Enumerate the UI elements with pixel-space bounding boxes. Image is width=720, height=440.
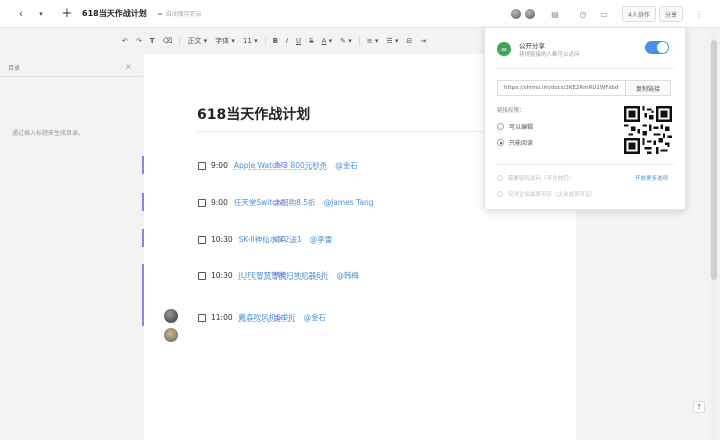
divider [0,76,142,77]
task-item[interactable]: 10:30 SK-II神仙水买2送1 @李雷 [198,234,332,245]
doc-title[interactable]: 618当天作战计划 [82,8,147,19]
align-icon[interactable]: ⊟ [402,34,416,48]
more-vertical-icon[interactable]: ⋮ [694,6,704,22]
permission-option-read[interactable]: 只能阅读 [497,138,533,147]
collab-button[interactable]: 4人协作 [622,6,656,22]
avatar[interactable] [164,309,178,323]
strikethrough-button[interactable]: S [305,34,317,48]
page-title[interactable]: 618当天作战计划 [197,104,310,124]
task-time: 10:30 [211,235,233,244]
task-mention[interactable]: @金石 [304,312,327,323]
task-checkbox[interactable] [198,235,206,244]
task-mention[interactable]: @李雷 [310,234,333,245]
task-link[interactable]: 任天堂Switch回购8.5折 [234,197,316,208]
divider [495,68,675,69]
task-mention[interactable]: @James Tang [324,198,374,207]
task-mention[interactable]: @金石 [335,160,358,171]
comment-marker[interactable] [142,229,144,247]
redo-icon[interactable]: ↷ [132,34,146,48]
undo-icon[interactable]: ↶ [118,34,132,48]
history-icon[interactable]: ◷ [576,6,590,22]
clear-format-icon[interactable]: ⌫ [159,34,177,48]
avatar[interactable] [510,8,522,20]
task-checkbox[interactable] [198,161,206,170]
text-format-icon[interactable]: T [146,34,159,48]
divider [358,36,360,46]
share-subtitle: 获得链接的人都可以访问 [519,52,580,58]
close-icon[interactable]: × [125,62,132,71]
collaborator-avatars[interactable] [510,8,536,20]
back-icon[interactable]: ‹ [14,5,28,23]
bullet-list-icon[interactable]: ☰ ▾ [382,34,402,48]
plus-icon[interactable]: + [60,5,74,23]
share-button[interactable]: 分享 [659,6,684,22]
comment-icon[interactable]: ▭ [597,6,611,22]
task-time: 9:00 [211,161,228,170]
lock-icon[interactable]: ▤ [548,6,562,22]
chevron-down-icon[interactable]: ▾ [34,5,48,23]
comment-marker[interactable] [142,193,144,211]
enterprise-option[interactable]: 仅对企业成员可见（企业成员可见） [497,190,596,198]
task-link[interactable]: 戴森吹风机6.0折 [239,312,296,323]
format-toolbar: ↶ ↷ T ⌫ 正文 ▾ 字体 ▾ 11 ▾ B I U S A ▾ ✎ ▾ ≡… [118,32,430,50]
italic-button[interactable]: I [282,34,292,48]
task-checkbox[interactable] [198,198,206,207]
task-checkbox[interactable] [198,271,206,280]
font-select[interactable]: 字体 ▾ [211,34,239,48]
task-checkbox[interactable] [198,313,206,322]
task-link[interactable]: Apple Watch 3 800元秒杀 [234,160,327,171]
top-bar: ‹ ▾ + 618当天作战计划 ☁ 自动保存到云 [0,0,720,28]
text-color-button[interactable]: A ▾ [318,34,337,48]
share-link-field[interactable]: https://shimo.im/docs/2KE2RmRU1WFsbd [497,80,625,96]
outline-empty-hint: 通过插入标题来生成目录。 [12,130,85,137]
public-share-toggle[interactable] [645,41,669,54]
task-time: 9:00 [211,198,228,207]
bold-button[interactable]: B [269,34,282,48]
task-item[interactable]: 11:00 戴森吹风机6.0折 @金石 [198,312,326,323]
ordered-list-icon[interactable]: ≡ ▾ [363,34,383,48]
radio-button[interactable] [497,123,504,130]
outline-sidebar: 目录 × 通过插入标题来生成目录。 [0,54,142,440]
size-select[interactable]: 11 ▾ [239,34,262,48]
task-link[interactable]: iLIFE智慧智能扫地机器6折 [239,270,329,281]
option-checkbox[interactable] [497,191,503,197]
comment-marker[interactable] [142,156,144,174]
task-item[interactable]: 9:00 Apple Watch 3 800元秒杀 @金石 [198,160,358,171]
divider [179,36,181,46]
scrollbar-thumb[interactable] [711,40,717,280]
indent-icon[interactable]: ⇥ [416,34,430,48]
divider [197,131,517,132]
permission-label: 链接权限： [497,108,525,114]
toggle-knob [657,42,668,53]
help-icon[interactable]: ? [693,401,705,413]
task-time: 10:30 [211,271,233,280]
radio-button[interactable] [497,139,504,146]
underline-button[interactable]: U [292,34,305,48]
save-status: ☁ 自动保存到云 [156,10,202,18]
option-checkbox[interactable] [497,175,503,181]
copy-link-button[interactable]: 复制链接 [625,80,671,96]
qr-code [624,106,672,154]
task-link[interactable]: SK-II神仙水买2送1 [239,234,302,245]
share-panel: ∞ 公开分享 获得链接的人都可以访问 https://shimo.im/docs… [484,27,686,210]
avatar[interactable] [524,8,536,20]
cloud-icon: ☁ [156,10,163,17]
avatar[interactable] [164,328,178,342]
share-title: 公开分享 [519,42,545,50]
password-option[interactable]: 需要密码访问（不含他们） [497,174,574,182]
comment-marker[interactable] [142,264,144,326]
link-icon: ∞ [497,42,511,56]
style-select[interactable]: 正文 ▾ [183,34,211,48]
sidebar-title: 目录 [8,65,21,72]
permission-option-edit[interactable]: 可以编辑 [497,122,533,131]
task-time: 11:00 [211,313,233,322]
task-mention[interactable]: @韩梅 [336,270,359,281]
divider [495,164,675,165]
highlight-button[interactable]: ✎ ▾ [336,34,356,48]
divider [264,36,266,46]
task-item[interactable]: 10:30 iLIFE智慧智能扫地机器6折 @韩梅 [198,270,359,281]
advanced-options-link[interactable]: 开放更多选项 [635,174,668,182]
task-item[interactable]: 9:00 任天堂Switch回购8.5折 @James Tang [198,197,374,208]
